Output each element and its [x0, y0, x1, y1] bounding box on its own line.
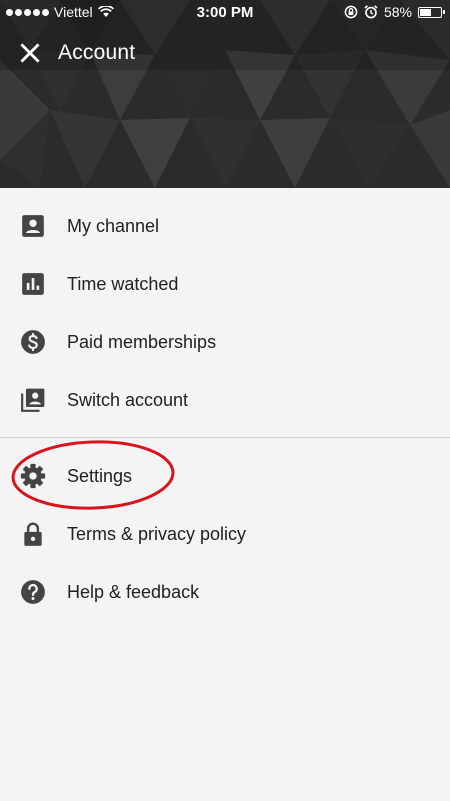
account-header: Viettel 3:00 PM 58% Account [0, 0, 450, 188]
gear-icon [20, 463, 46, 489]
menu-item-label: Switch account [67, 389, 189, 410]
lock-icon [24, 522, 42, 546]
menu-item-label: Time watched [67, 273, 179, 294]
app-bar: Account [0, 30, 450, 76]
menu-item-paid-memberships[interactable]: Paid memberships [0, 313, 450, 371]
account-box-icon [22, 215, 44, 237]
rotation-lock-icon [344, 5, 358, 19]
menu-item-my-channel[interactable]: My channel [0, 197, 450, 255]
menu-item-label: My channel [67, 215, 160, 236]
geometric-pattern-background [0, 0, 450, 188]
bar-chart-icon [22, 273, 44, 295]
battery-icon [418, 6, 445, 18]
menu-item-switch-account[interactable]: Switch account [0, 371, 450, 429]
alarm-icon [364, 5, 378, 19]
menu-group-primary: My channel Time watched Paid memberships [0, 188, 450, 429]
page-title: Account [58, 41, 136, 64]
close-icon[interactable] [17, 40, 43, 66]
status-bar: Viettel 3:00 PM 58% [0, 0, 450, 26]
menu-item-help-feedback[interactable]: Help & feedback [0, 563, 450, 621]
account-menu: My channel Time watched Paid memberships [0, 188, 450, 621]
menu-item-label: Settings [67, 465, 133, 486]
dollar-icon [21, 330, 45, 354]
menu-item-label: Help & feedback [67, 581, 200, 602]
menu-item-label: Terms & privacy policy [67, 523, 247, 544]
menu-divider [0, 437, 450, 438]
battery-percent: 58% [383, 4, 412, 20]
help-icon [21, 580, 45, 604]
menu-item-time-watched[interactable]: Time watched [0, 255, 450, 313]
menu-item-settings[interactable]: Settings [0, 447, 450, 505]
switch-account-icon [21, 388, 45, 412]
menu-group-secondary: Settings Terms & privacy policy Help & f… [0, 447, 450, 621]
menu-item-label: Paid memberships [67, 331, 217, 352]
battery-level-fill [420, 8, 432, 16]
menu-item-terms-privacy[interactable]: Terms & privacy policy [0, 505, 450, 563]
